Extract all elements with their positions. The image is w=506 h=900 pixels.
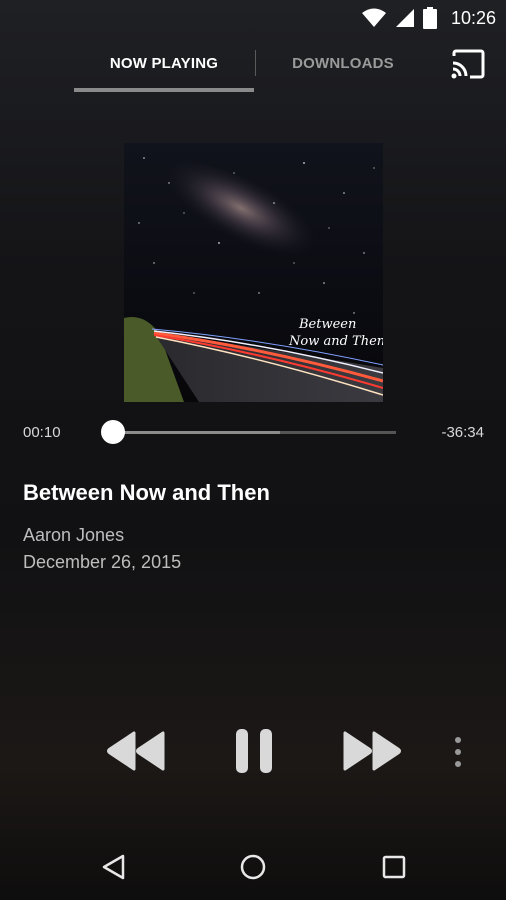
cast-button[interactable] <box>448 46 488 82</box>
rewind-button[interactable] <box>101 726 171 776</box>
tab-now-playing[interactable]: NOW PLAYING <box>74 46 254 86</box>
nav-back-button[interactable] <box>94 847 134 887</box>
nav-home-button[interactable] <box>233 847 273 887</box>
clock: 10:26 <box>450 7 496 28</box>
tab-downloads[interactable]: DOWNLOADS <box>258 46 428 86</box>
rewind-icon <box>107 731 165 771</box>
fast-forward-button[interactable] <box>337 726 407 776</box>
track-title: Between Now and Then <box>23 480 270 505</box>
battery-icon <box>422 7 437 29</box>
tab-divider <box>255 50 256 76</box>
signal-icon <box>395 9 414 27</box>
status-bar: 10:26 <box>0 0 506 36</box>
cast-icon <box>451 49 485 79</box>
album-art: Between Now and Then <box>124 143 383 402</box>
back-icon <box>102 854 125 880</box>
elapsed-time: 00:10 <box>23 424 61 441</box>
seekbar-thumb[interactable] <box>101 420 126 444</box>
pause-button[interactable] <box>219 726 289 776</box>
wifi-icon <box>361 8 386 27</box>
home-icon <box>240 854 266 880</box>
track-artist: Aaron Jones <box>23 525 125 545</box>
fast-forward-icon <box>343 731 401 771</box>
more-options-button[interactable] <box>448 732 468 772</box>
album-art-image: Between Now and Then <box>124 143 383 402</box>
album-art-text-line1: Between <box>298 317 356 332</box>
seekbar-buffered <box>112 431 280 434</box>
album-art-text-line2: Now and Then <box>288 334 383 349</box>
tab-active-indicator <box>74 88 254 92</box>
track-date: December 26, 2015 <box>23 552 182 572</box>
remaining-time: -36:34 <box>441 424 484 441</box>
recents-icon <box>382 855 406 879</box>
nav-recents-button[interactable] <box>374 847 414 887</box>
status-icons: 10:26 <box>361 6 496 30</box>
more-vert-icon <box>455 737 461 767</box>
pause-icon <box>236 729 272 773</box>
